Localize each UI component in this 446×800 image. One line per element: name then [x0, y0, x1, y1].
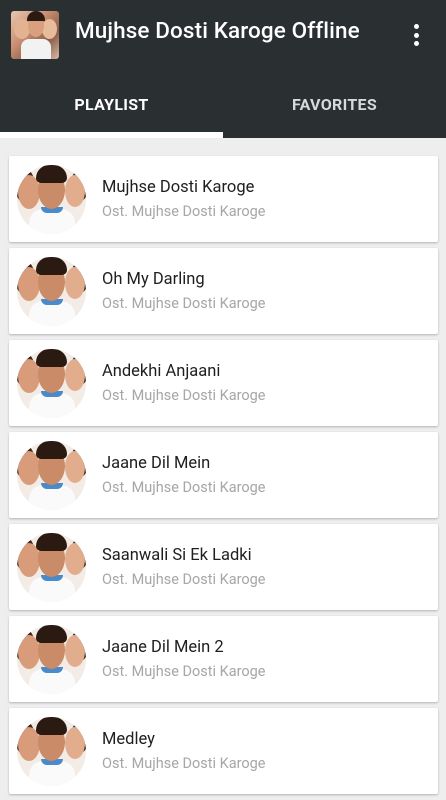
song-thumbnail — [17, 717, 86, 786]
song-subtitle: Ost. Mujhse Dosti Karoge — [102, 295, 266, 312]
song-title: Mujhse Dosti Karoge — [102, 178, 255, 197]
list-item[interactable]: Mujhse Dosti Karoge Ost. Mujhse Dosti Ka… — [9, 156, 438, 242]
song-subtitle: Ost. Mujhse Dosti Karoge — [102, 663, 266, 680]
tab-favorites[interactable]: FAVORITES — [223, 70, 446, 138]
list-item[interactable]: Medley Ost. Mujhse Dosti Karoge — [9, 708, 438, 794]
tab-bar: PLAYLIST FAVORITES — [0, 70, 446, 138]
song-title: Jaane Dil Mein 2 — [102, 638, 224, 657]
list-item[interactable]: Andekhi Anjaani Ost. Mujhse Dosti Karoge — [9, 340, 438, 426]
list-item[interactable]: Saanwali Si Ek Ladki Ost. Mujhse Dosti K… — [9, 524, 438, 610]
tab-indicator — [0, 132, 223, 138]
song-thumbnail — [17, 625, 86, 694]
list-item[interactable]: Jaane Dil Mein Ost. Mujhse Dosti Karoge — [9, 432, 438, 518]
song-subtitle: Ost. Mujhse Dosti Karoge — [102, 387, 266, 404]
list-item[interactable]: Jaane Dil Mein 2 Ost. Mujhse Dosti Karog… — [9, 616, 438, 702]
overflow-menu-icon[interactable] — [404, 22, 428, 48]
song-title: Andekhi Anjaani — [102, 362, 221, 381]
song-thumbnail — [17, 165, 86, 234]
song-subtitle: Ost. Mujhse Dosti Karoge — [102, 479, 266, 496]
song-title: Jaane Dil Mein — [102, 454, 211, 473]
app-poster-icon — [11, 11, 59, 59]
song-subtitle: Ost. Mujhse Dosti Karoge — [102, 755, 266, 772]
tab-playlist[interactable]: PLAYLIST — [0, 70, 223, 138]
song-title: Medley — [102, 730, 155, 749]
song-thumbnail — [17, 349, 86, 418]
song-thumbnail — [17, 441, 86, 510]
toolbar: Mujhse Dosti Karoge Offline — [0, 0, 446, 70]
song-thumbnail — [17, 533, 86, 602]
song-subtitle: Ost. Mujhse Dosti Karoge — [102, 571, 266, 588]
song-thumbnail — [17, 257, 86, 326]
song-title: Saanwali Si Ek Ladki — [102, 546, 252, 565]
app-title: Mujhse Dosti Karoge Offline — [75, 18, 360, 44]
list-item[interactable]: Oh My Darling Ost. Mujhse Dosti Karoge — [9, 248, 438, 334]
app-bar: Mujhse Dosti Karoge Offline PLAYLIST FAV… — [0, 0, 446, 138]
song-subtitle: Ost. Mujhse Dosti Karoge — [102, 203, 266, 220]
song-title: Oh My Darling — [102, 270, 205, 289]
